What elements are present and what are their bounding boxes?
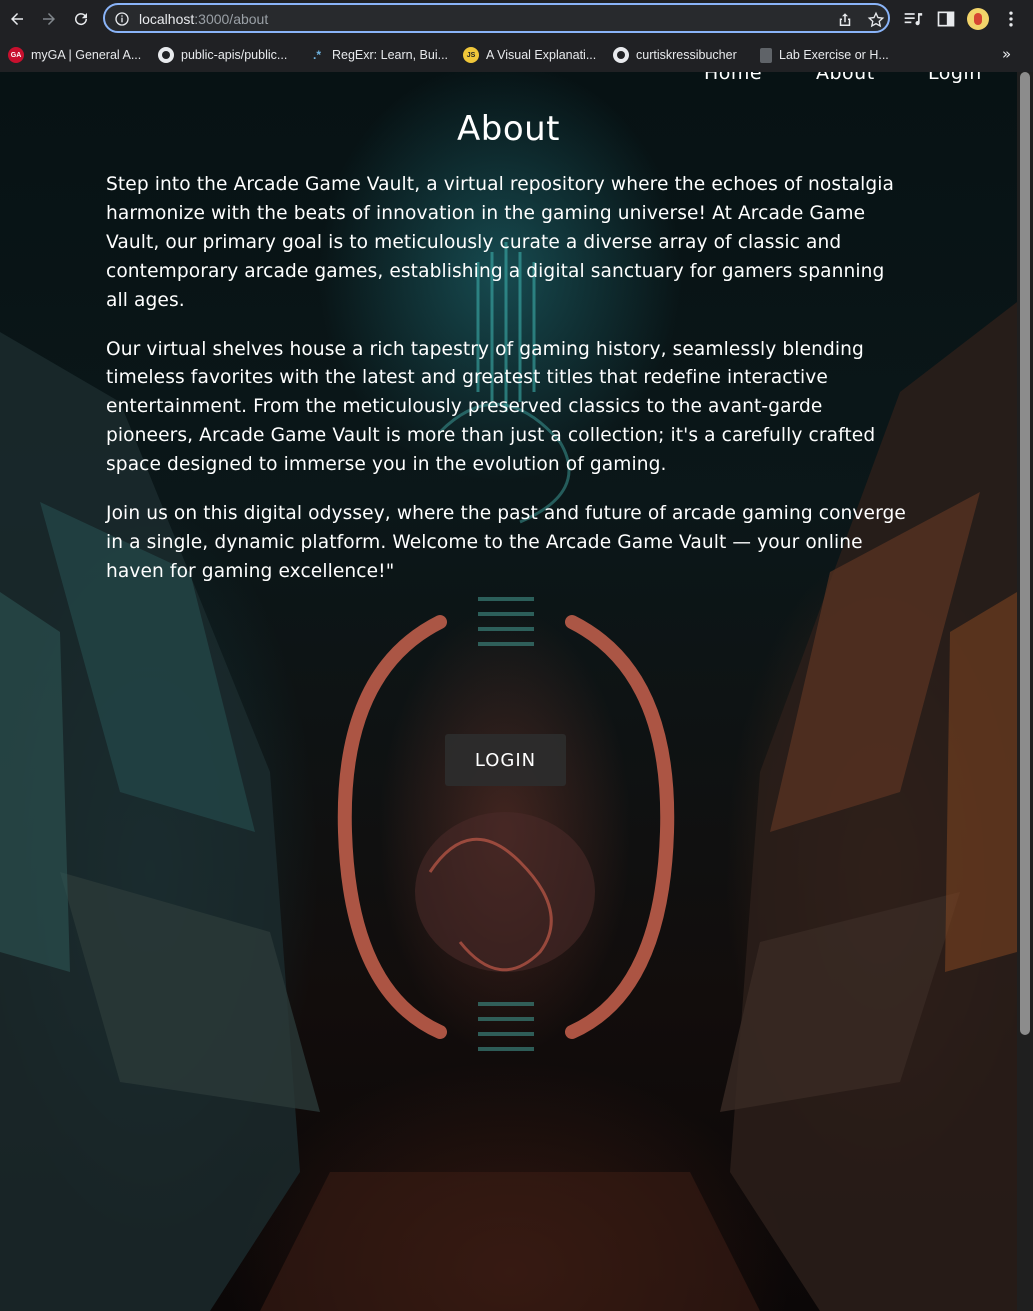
url-path: :3000/about <box>194 11 269 27</box>
site-nav: Home About Login <box>0 72 1017 98</box>
bookmark-item[interactable]: curtiskressibucher <box>613 46 737 64</box>
bookmark-label: myGA | General A... <box>31 48 142 62</box>
about-paragraph: Join us on this digital odyssey, where t… <box>106 503 906 582</box>
browser-chrome: localhost:3000/about GA myGA | General A… <box>0 0 1033 72</box>
bookmark-item[interactable]: JS A Visual Explanati... <box>463 46 596 64</box>
bookmark-item[interactable]: public-apis/public... <box>158 46 287 64</box>
bookmark-label: A Visual Explanati... <box>486 48 597 62</box>
bookmark-item[interactable]: .* RegExr: Learn, Bui... <box>309 46 448 64</box>
about-paragraph: Step into the Arcade Game Vault, a virtu… <box>106 174 895 311</box>
js-icon: JS <box>463 47 479 63</box>
about-paragraph: Our virtual shelves house a rich tapestr… <box>106 338 876 476</box>
about-content: Step into the Arcade Game Vault, a virtu… <box>106 171 906 607</box>
nav-about-link[interactable]: About <box>816 72 875 84</box>
kebab-menu-icon[interactable] <box>1001 9 1021 29</box>
side-panel-icon[interactable] <box>936 9 956 29</box>
bookmarks-bar: GA myGA | General A... public-apis/publi… <box>0 40 1033 70</box>
back-button[interactable] <box>4 6 30 32</box>
page-scrollbar[interactable] <box>1017 72 1033 1311</box>
arrow-right-icon <box>43 13 55 25</box>
bookmark-item[interactable]: Lab Exercise or H... <box>760 46 889 64</box>
share-icon[interactable] <box>836 11 854 29</box>
reload-icon <box>75 13 88 26</box>
url-host: localhost <box>139 11 195 27</box>
login-button[interactable]: LOGIN <box>445 734 566 786</box>
doc-icon <box>760 47 772 63</box>
ga-icon: GA <box>8 47 24 63</box>
address-bar[interactable]: localhost:3000/about <box>103 3 890 33</box>
bookmark-label: public-apis/public... <box>181 48 288 62</box>
scrollbar-thumb[interactable] <box>1020 72 1030 1035</box>
bookmark-label: Lab Exercise or H... <box>779 48 889 62</box>
bookmark-label: RegExr: Learn, Bui... <box>332 48 449 62</box>
nav-home-link[interactable]: Home <box>704 72 762 84</box>
regexr-icon: .* <box>312 48 321 62</box>
github-icon <box>613 47 629 63</box>
reading-list-icon[interactable] <box>903 9 923 29</box>
page-title: About <box>456 109 561 149</box>
url-text[interactable]: localhost:3000/about <box>139 11 268 27</box>
forward-button[interactable] <box>36 6 62 32</box>
more-bookmarks-icon[interactable]: » <box>1002 45 1011 63</box>
page-viewport: Home About Login About Step into the Arc… <box>0 72 1017 1311</box>
info-icon[interactable] <box>114 11 130 27</box>
github-icon <box>158 47 174 63</box>
reload-button[interactable] <box>68 6 94 32</box>
bookmark-label: curtiskressibucher <box>636 48 737 62</box>
nav-login-link[interactable]: Login <box>928 72 982 84</box>
profile-avatar[interactable] <box>967 8 989 30</box>
arrow-left-icon <box>11 13 23 25</box>
bookmark-item[interactable]: GA myGA | General A... <box>8 46 141 64</box>
browser-toolbar: localhost:3000/about <box>0 0 1033 38</box>
star-icon[interactable] <box>867 11 885 29</box>
